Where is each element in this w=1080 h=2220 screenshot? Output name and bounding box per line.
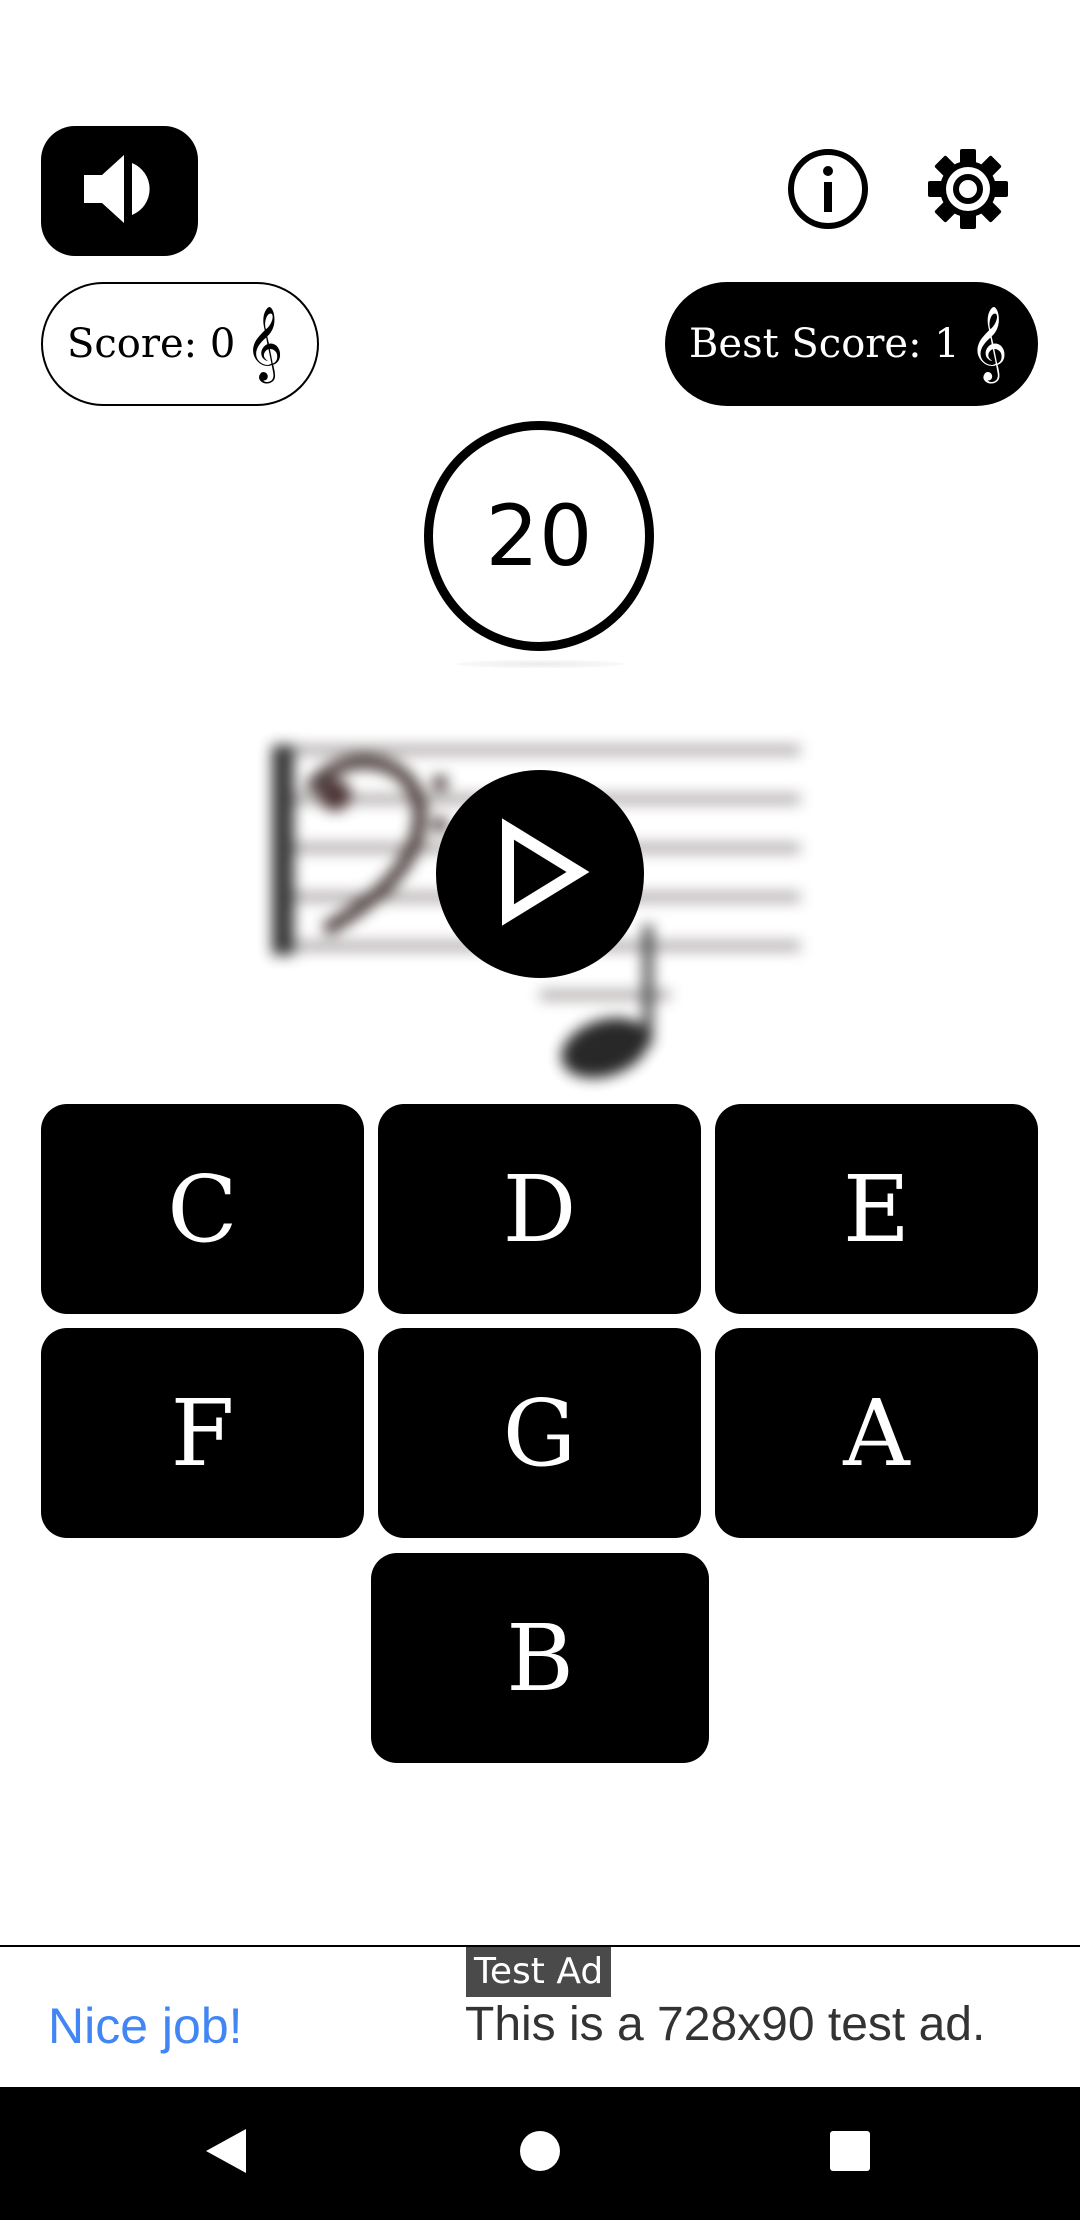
- play-button[interactable]: [436, 770, 644, 978]
- ad-banner[interactable]: Test Ad Nice job! This is a 728x90 test …: [0, 1945, 1080, 2087]
- treble-clef-icon: 𝄞: [969, 307, 1008, 381]
- info-button[interactable]: [785, 148, 871, 234]
- home-button[interactable]: [510, 2123, 570, 2183]
- note-button-b[interactable]: B: [371, 1553, 709, 1763]
- back-icon: [202, 2125, 250, 2181]
- treble-clef-icon: 𝄞: [245, 307, 284, 381]
- ad-headline[interactable]: Nice job!: [48, 1997, 243, 2055]
- speaker-icon: [80, 149, 160, 233]
- sound-toggle-button[interactable]: [41, 126, 198, 256]
- note-label: G: [502, 1379, 577, 1487]
- note-button-c[interactable]: C: [41, 1104, 364, 1314]
- note-button-g[interactable]: G: [378, 1328, 701, 1538]
- ad-tag: Test Ad: [466, 1947, 612, 1997]
- home-icon: [518, 2129, 562, 2177]
- play-icon: [490, 817, 590, 931]
- recents-icon: [828, 2129, 872, 2177]
- gear-icon: [926, 147, 1010, 235]
- info-icon: [786, 147, 870, 235]
- note-button-f[interactable]: F: [41, 1328, 364, 1538]
- timer-value: 20: [485, 487, 593, 585]
- system-nav-bar: [0, 2087, 1080, 2220]
- best-score-label: Best Score: 1: [689, 321, 960, 367]
- game-screen: Score: 0 𝄞 Best Score: 1 𝄞 20 C D E F G …: [0, 0, 1080, 2220]
- settings-button[interactable]: [925, 148, 1011, 234]
- note-label: A: [843, 1379, 910, 1487]
- note-label: C: [167, 1155, 238, 1263]
- note-button-e[interactable]: E: [715, 1104, 1038, 1314]
- note-label: F: [170, 1379, 235, 1487]
- note-button-d[interactable]: D: [378, 1104, 701, 1314]
- note-button-a[interactable]: A: [715, 1328, 1038, 1538]
- best-score-badge: Best Score: 1 𝄞: [665, 282, 1038, 406]
- note-label: E: [842, 1155, 911, 1263]
- countdown-timer: 20: [424, 421, 654, 651]
- timer-shadow: [455, 660, 625, 668]
- recents-button[interactable]: [820, 2123, 880, 2183]
- score-badge: Score: 0 𝄞: [41, 282, 319, 406]
- back-button[interactable]: [196, 2123, 256, 2183]
- ad-body[interactable]: This is a 728x90 test ad.: [465, 1997, 985, 2052]
- score-label: Score: 0: [67, 321, 236, 367]
- note-label: D: [502, 1155, 577, 1263]
- note-label: B: [506, 1604, 574, 1712]
